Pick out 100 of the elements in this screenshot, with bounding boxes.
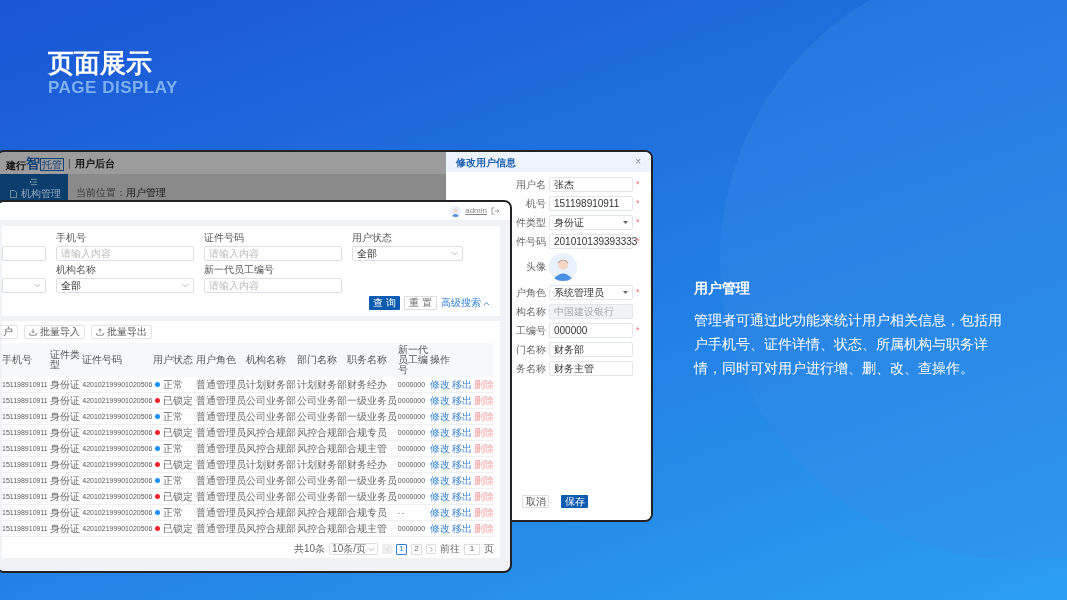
column-header: 证件号码 [82, 355, 124, 365]
field-label: 户角色 [516, 286, 546, 299]
input-field[interactable] [2, 246, 46, 261]
action-link[interactable]: 修改 [429, 410, 450, 423]
toolbar-button[interactable]: 批量导出 [91, 325, 152, 339]
next-page-button[interactable] [426, 544, 436, 554]
table-cell: 计划财务部 [296, 458, 347, 471]
column-header: 部门名称 [296, 355, 338, 365]
close-button[interactable]: × [635, 157, 641, 167]
table-cell: 财务经办 [347, 378, 388, 391]
input-field[interactable]: 请输入内容 [204, 278, 342, 293]
page-button[interactable]: 2 [411, 543, 422, 555]
action-link[interactable]: 移出 [451, 426, 472, 439]
input-field[interactable]: 000000 [549, 323, 633, 338]
status-text: 已锁定 [163, 458, 194, 471]
action-link[interactable]: 修改 [429, 378, 450, 391]
select-field[interactable]: 全部 [56, 278, 194, 293]
field-label: 门名称 [516, 343, 546, 356]
table-cell: 风控合规部 [296, 426, 347, 439]
toolbar-button[interactable]: 批量导入 [24, 325, 85, 339]
select-field[interactable]: 全部 [352, 246, 463, 261]
required-mark: * [636, 237, 640, 246]
field-label: 件号码 [516, 235, 546, 248]
action-link[interactable]: 移出 [451, 458, 472, 471]
table-cell: 普通管理员 [195, 394, 246, 407]
action-link[interactable]: 移出 [451, 490, 472, 503]
required-mark: * [636, 180, 640, 189]
status-text: 已锁定 [163, 426, 194, 439]
table-cell: 风控合规部 [296, 506, 347, 519]
table-cell: 身份证 [50, 378, 81, 391]
action-link[interactable]: 修改 [429, 522, 450, 535]
table-cell: 普通管理员 [195, 426, 246, 439]
input-field[interactable]: 请输入内容 [56, 246, 194, 261]
action-link[interactable]: 移出 [451, 506, 472, 519]
action-link[interactable]: 移出 [451, 474, 472, 487]
action-link[interactable]: 移出 [451, 394, 472, 407]
table-cell: 身份证 [50, 442, 81, 455]
cancel-button[interactable]: 取消 [522, 495, 549, 508]
action-link[interactable]: 修改 [429, 458, 450, 471]
search-button[interactable]: 查 询 [369, 296, 401, 310]
input-field[interactable]: 请输入内容 [204, 246, 342, 261]
action-link[interactable]: 移出 [451, 378, 472, 391]
menu-icon[interactable] [28, 178, 38, 186]
table-cell: 普通管理员 [195, 410, 246, 423]
action-link[interactable]: 移出 [451, 522, 472, 535]
logout-icon[interactable] [491, 207, 500, 215]
action-link[interactable]: 移出 [451, 410, 472, 423]
field-label: 工编号 [516, 324, 546, 337]
save-button[interactable]: 保存 [561, 495, 588, 508]
table-cell: 普通管理员 [195, 506, 246, 519]
select-field[interactable] [2, 278, 46, 293]
status-text: 已锁定 [163, 394, 194, 407]
column-header: 职务名称 [347, 355, 389, 365]
action-link[interactable]: 移出 [451, 442, 472, 455]
table-cell: 计划财务部 [246, 458, 297, 471]
table-cell: 身份证 [50, 490, 81, 503]
goto-label: 前往 [440, 544, 460, 554]
table-cell: 合规主管 [347, 522, 388, 535]
page-suffix: 页 [484, 544, 494, 554]
action-link[interactable]: 修改 [429, 506, 450, 519]
table-cell: 普通管理员 [195, 378, 246, 391]
field-label: 头像 [525, 261, 546, 273]
input-field[interactable]: 财务主管 [549, 361, 633, 376]
page-input[interactable]: 1 [464, 543, 480, 555]
table-cell: 公司业务部 [296, 394, 347, 407]
action-link[interactable]: 修改 [429, 490, 450, 503]
advanced-search-link[interactable]: 高级搜索 [441, 298, 490, 308]
action-link[interactable]: 修改 [429, 442, 450, 455]
reset-button[interactable]: 重 置 [404, 296, 437, 310]
select-field[interactable]: 系统管理员 [549, 285, 633, 300]
avatar-icon [450, 205, 462, 217]
field-label: 机构名称 [56, 264, 97, 276]
feature-description: 管理者可通过此功能来统计用户相关信息，包括用户手机号、证件详情、状态、所属机构与职务详情，同时可对用户进行增、删、改、查操作。 [694, 311, 1003, 378]
logo-mark: 智 [26, 155, 40, 171]
action-link[interactable]: 修改 [429, 394, 450, 407]
sidebar-item[interactable]: 机构管理 [0, 188, 68, 200]
table-cell: 身份证 [50, 458, 81, 471]
input-field[interactable]: 财务部 [549, 342, 633, 357]
toolbar-button[interactable]: 户 [0, 325, 18, 339]
table-cell: 合规专员 [347, 426, 388, 439]
select-field[interactable]: 身份证 [549, 215, 633, 230]
field-label: 务名称 [516, 362, 546, 375]
status-text: 已锁定 [163, 522, 194, 535]
page-button[interactable]: 1 [396, 543, 407, 555]
username: admin [465, 205, 487, 217]
action-link[interactable]: 修改 [429, 426, 450, 439]
input-field[interactable]: 151198910911 [549, 196, 633, 211]
column-header: 用户角色 [195, 355, 237, 365]
table-cell: 一级业务员 [347, 410, 398, 423]
action-link[interactable]: 修改 [429, 474, 450, 487]
chevron-right-icon [429, 546, 433, 552]
breadcrumb: 当前位置：用户管理 [76, 187, 166, 198]
table-cell: 身份证 [50, 426, 81, 439]
field-label: 用户名 [516, 178, 546, 191]
page-size-select[interactable]: 10条/页 [329, 543, 378, 555]
input-field[interactable]: 张杰 [549, 177, 633, 192]
total-count: 共10条 [293, 544, 326, 554]
table-cell: 普通管理员 [195, 490, 246, 503]
logo-text: 托管 [40, 157, 64, 171]
field-label: 机号 [525, 197, 546, 210]
